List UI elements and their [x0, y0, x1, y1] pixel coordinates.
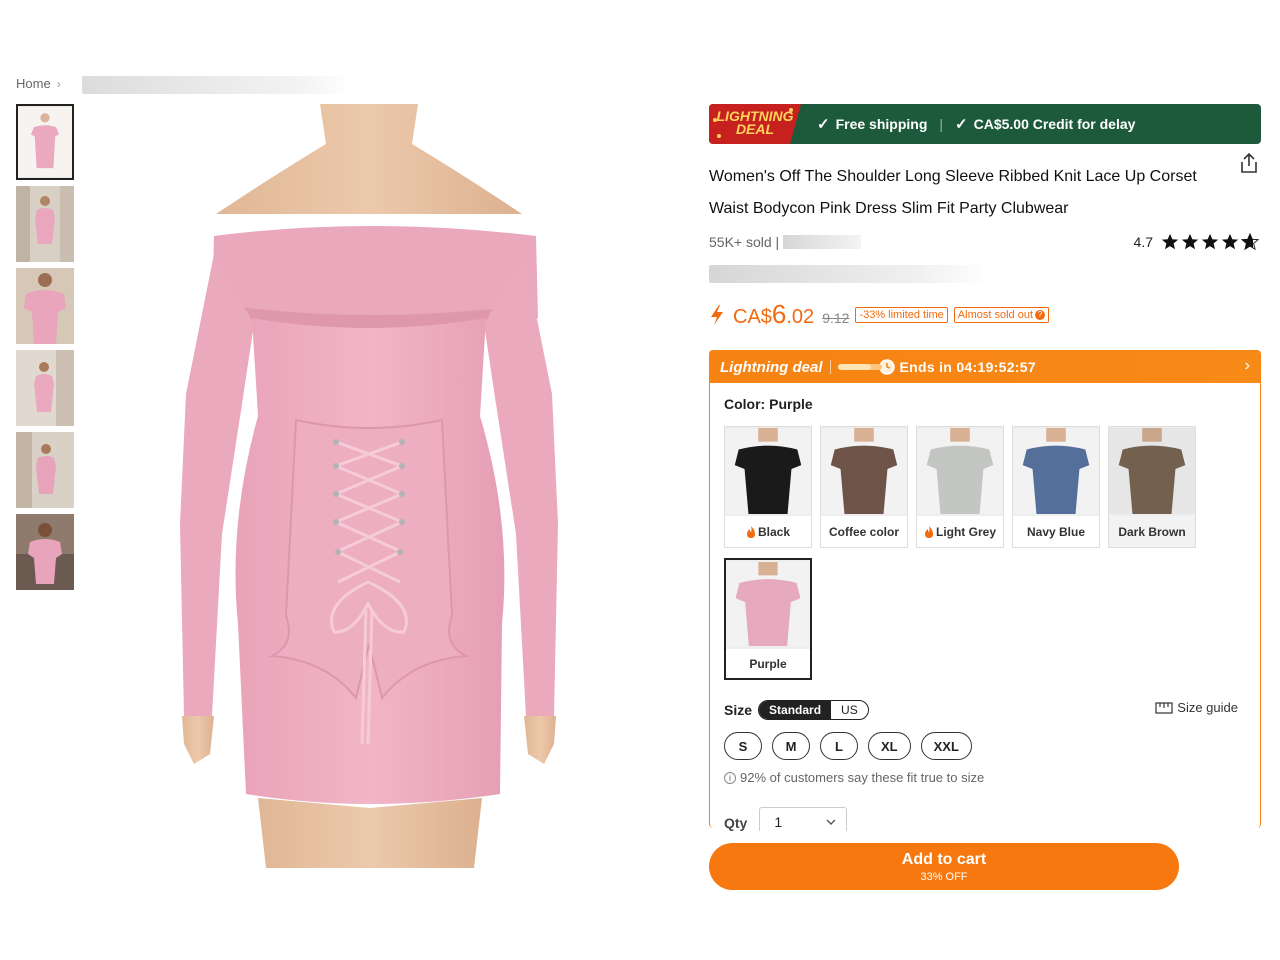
- price-currency: CA$: [733, 306, 772, 328]
- product-meta-row: 55K+ sold | 4.7: [709, 231, 1261, 253]
- lightning-bolt-icon: [711, 304, 723, 325]
- deal-progress-fill: [837, 364, 871, 370]
- size-option-s[interactable]: S: [724, 732, 762, 760]
- product-rating[interactable]: 4.7: [1134, 233, 1259, 251]
- size-system-toggle: Standard US: [758, 700, 869, 720]
- rating-stars: [1159, 233, 1259, 251]
- rating-number: 4.7: [1133, 234, 1153, 250]
- color-swatch-purple[interactable]: Purple: [724, 558, 812, 680]
- lightning-deal-badge: LIGHTNING DEAL: [709, 104, 801, 144]
- color-swatch-coffee[interactable]: Coffee color: [820, 426, 908, 548]
- product-title: Women's Off The Shoulder Long Sleeve Rib…: [709, 168, 1197, 217]
- swatch-label: Black: [757, 524, 791, 539]
- size-option-xl[interactable]: XL: [868, 732, 911, 760]
- star-icon: [1221, 233, 1239, 250]
- original-price: 9.12: [822, 310, 850, 326]
- fit-note: i 92% of customers say these fit true to…: [724, 770, 1260, 785]
- size-option-m[interactable]: M: [772, 732, 810, 760]
- info-icon: i: [724, 771, 736, 784]
- free-shipping-label: Free shipping: [835, 116, 928, 132]
- swatch-label: Purple: [749, 656, 787, 671]
- star-icon: [1161, 233, 1179, 250]
- main-product-image[interactable]: [82, 104, 656, 868]
- swatch-label: Navy Blue: [1026, 524, 1086, 539]
- question-icon: ?: [1035, 309, 1045, 320]
- size-option-xxl[interactable]: XXL: [920, 732, 972, 760]
- size-label: Size: [724, 702, 753, 718]
- size-guide-link[interactable]: Size guide: [1155, 700, 1238, 715]
- color-swatch-light-grey[interactable]: Light Grey: [916, 426, 1004, 548]
- swatch-label: Dark Brown: [1118, 524, 1186, 539]
- lightning-deal-header[interactable]: Lightning deal Ends in 04:19:52:57 ›: [710, 351, 1260, 383]
- price-cents: .02: [786, 306, 815, 328]
- badge-line-2: DEAL: [735, 121, 775, 137]
- sold-count: 55K+ sold |: [709, 234, 862, 250]
- price-whole: 6: [771, 299, 787, 329]
- size-options: S M L XL XXL: [724, 732, 1260, 760]
- breadcrumb-separator: ›: [56, 76, 61, 91]
- product-details-panel: LIGHTNING DEAL ✓ Free shipping | ✓ CA$5.…: [709, 104, 1261, 831]
- thumbnail-strip: [16, 104, 74, 596]
- star-icon: [1181, 233, 1199, 250]
- add-to-cart-discount: 33% OFF: [920, 870, 968, 883]
- fit-note-text: 92% of customers say these fit true to s…: [740, 770, 985, 785]
- discount-tag: -33% limited time: [855, 306, 948, 323]
- stock-tag-label: Almost sold out: [957, 308, 1033, 321]
- discount-tag-label: -33% limited time: [859, 308, 944, 321]
- header-divider: [829, 360, 831, 374]
- thumbnail-1[interactable]: [16, 104, 74, 180]
- size-system-us[interactable]: US: [831, 701, 868, 719]
- deal-progress-bar: [837, 364, 882, 370]
- check-icon: ✓: [955, 116, 968, 133]
- breadcrumb-blurred-path: [82, 76, 352, 94]
- check-icon: ✓: [817, 116, 830, 133]
- thumbnail-3[interactable]: [16, 268, 74, 344]
- color-swatch-grid: Black Coffee color Light Grey Navy Blue …: [724, 426, 1244, 690]
- banner-separator: |: [939, 116, 944, 132]
- free-shipping-item: ✓ Free shipping: [817, 115, 927, 133]
- lightning-deal-banner: LIGHTNING DEAL ✓ Free shipping | ✓ CA$5.…: [709, 104, 1261, 144]
- swatch-label: Light Grey: [935, 524, 996, 539]
- size-row: Size Standard US Size guide: [724, 700, 1248, 720]
- size-system-standard[interactable]: Standard: [759, 701, 832, 719]
- chevron-down-icon: [826, 819, 836, 825]
- deal-countdown: Ends in 04:19:52:57: [899, 359, 1036, 375]
- blurred-store-link: [783, 235, 862, 249]
- quantity-value: 1: [774, 814, 783, 830]
- breadcrumb: Home ›: [16, 76, 352, 94]
- color-swatch-dark-brown[interactable]: Dark Brown: [1108, 426, 1196, 548]
- delay-credit-label: CA$5.00 Credit for delay: [973, 116, 1136, 132]
- color-label: Color: Purple: [724, 396, 813, 412]
- share-icon[interactable]: [1239, 152, 1259, 174]
- breadcrumb-home-link[interactable]: Home: [16, 76, 51, 91]
- blurred-promo-bar: [709, 265, 989, 283]
- star-icon: [1201, 233, 1219, 250]
- add-to-cart-button[interactable]: Add to cart 33% OFF: [709, 843, 1179, 890]
- thumbnail-6[interactable]: [16, 514, 74, 590]
- thumbnail-5[interactable]: [16, 432, 74, 508]
- quantity-select[interactable]: 1: [759, 807, 848, 831]
- fire-icon: [924, 525, 933, 538]
- half-star-icon: [1241, 233, 1259, 251]
- quantity-row: Qty 1: [724, 807, 1260, 831]
- add-to-cart-label: Add to cart: [901, 850, 987, 868]
- ruler-icon: [1155, 701, 1173, 714]
- size-guide-label: Size guide: [1177, 700, 1238, 715]
- thumbnail-4[interactable]: [16, 350, 74, 426]
- color-swatch-black[interactable]: Black: [724, 426, 812, 548]
- sold-count-label: 55K+ sold |: [709, 234, 780, 250]
- stock-tag[interactable]: Almost sold out?: [953, 306, 1049, 323]
- thumbnail-2[interactable]: [16, 186, 74, 262]
- fire-icon: [746, 525, 755, 538]
- swatch-label: Coffee color: [828, 524, 899, 539]
- quantity-label: Qty: [724, 815, 748, 831]
- delay-credit-item: ✓ CA$5.00 Credit for delay: [955, 115, 1135, 133]
- size-option-l[interactable]: L: [820, 732, 858, 760]
- lightning-deal-box: Lightning deal Ends in 04:19:52:57 › Col…: [709, 350, 1261, 831]
- color-swatch-navy-blue[interactable]: Navy Blue: [1012, 426, 1100, 548]
- lightning-deal-label: Lightning deal: [720, 358, 823, 376]
- price-row: CA$ 6 .02 9.12 -33% limited time Almost …: [709, 299, 1261, 330]
- chevron-right-icon[interactable]: ›: [1245, 357, 1250, 375]
